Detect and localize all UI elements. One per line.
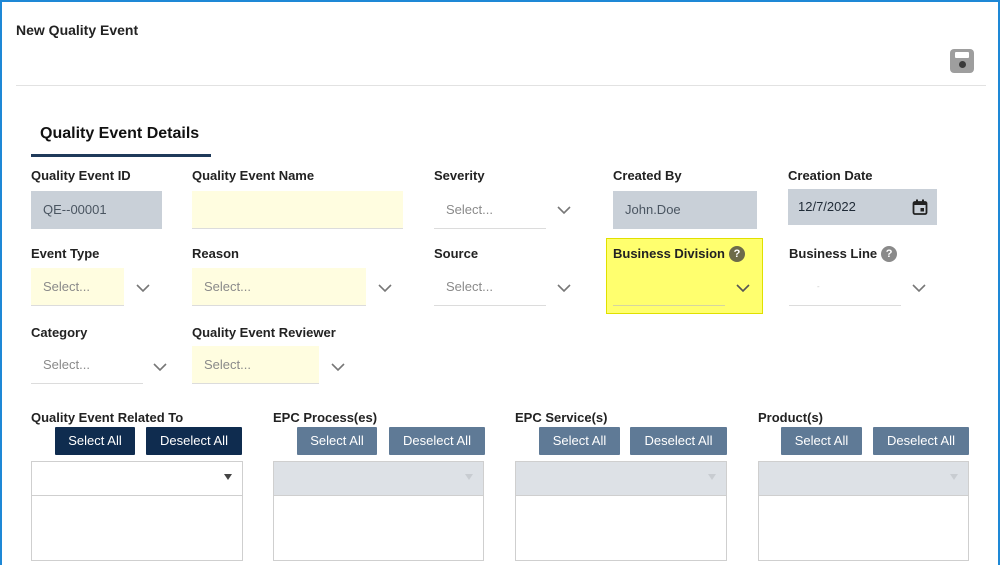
listbox-header <box>516 462 726 496</box>
reason-label: Reason <box>192 246 239 261</box>
event-type-select[interactable]: Select... <box>31 268 124 306</box>
deselect-all-button[interactable]: Deselect All <box>389 427 485 455</box>
business-division-select[interactable] <box>613 268 725 306</box>
chevron-down-icon[interactable] <box>912 283 926 293</box>
page-title: New Quality Event <box>16 22 139 38</box>
chevron-down-icon[interactable] <box>136 283 150 293</box>
source-label: Source <box>434 246 479 261</box>
deselect-all-button[interactable]: Deselect All <box>630 427 727 455</box>
created-by-field: John.Doe <box>613 191 757 229</box>
chevron-down-icon[interactable] <box>378 283 392 293</box>
epc-service-listbox <box>515 461 727 561</box>
business-line-label-text: Business Line <box>789 246 878 261</box>
epc-process-listbox <box>273 461 484 561</box>
business-line-label: Business Line? <box>789 246 898 262</box>
listbox-header <box>274 462 483 496</box>
event-name-input[interactable] <box>192 191 403 229</box>
listbox-header <box>759 462 968 496</box>
epc-process-label: EPC Process(es) <box>273 410 378 425</box>
chevron-down-icon[interactable] <box>557 205 571 215</box>
severity-select[interactable]: Select... <box>434 191 546 229</box>
tab-quality-event-details[interactable]: Quality Event Details <box>31 125 211 157</box>
caret-down-icon <box>950 474 958 480</box>
business-line-select[interactable]: - <box>789 268 901 306</box>
reviewer-label: Quality Event Reviewer <box>192 325 336 340</box>
calendar-icon[interactable] <box>912 199 928 215</box>
help-icon[interactable]: ? <box>728 246 745 262</box>
reviewer-select[interactable]: Select... <box>192 346 319 384</box>
related-to-label: Quality Event Related To <box>31 410 184 425</box>
business-division-label: Business Division? <box>613 246 745 262</box>
event-id-label: Quality Event ID <box>31 168 131 183</box>
select-all-button[interactable]: Select All <box>539 427 620 455</box>
caret-down-icon <box>465 474 473 480</box>
event-type-label: Event Type <box>31 246 100 261</box>
floppy-disk-icon[interactable] <box>950 49 974 73</box>
select-all-button[interactable]: Select All <box>55 427 135 455</box>
business-division-label-text: Business Division <box>613 246 725 261</box>
product-listbox <box>758 461 969 561</box>
creation-date-label: Creation Date <box>788 168 873 183</box>
caret-down-icon[interactable] <box>224 474 232 480</box>
deselect-all-button[interactable]: Deselect All <box>873 427 969 455</box>
chevron-down-icon[interactable] <box>557 283 571 293</box>
reason-select[interactable]: Select... <box>192 268 366 306</box>
source-select[interactable]: Select... <box>434 268 546 306</box>
chevron-down-icon[interactable] <box>736 283 750 293</box>
select-all-button[interactable]: Select All <box>297 427 377 455</box>
select-all-button[interactable]: Select All <box>781 427 862 455</box>
related-to-listbox[interactable] <box>31 461 243 561</box>
epc-service-label: EPC Service(s) <box>515 410 608 425</box>
chevron-down-icon[interactable] <box>331 362 345 372</box>
event-name-label: Quality Event Name <box>192 168 315 183</box>
category-label: Category <box>31 325 88 340</box>
listbox-header[interactable] <box>32 462 242 496</box>
severity-label: Severity <box>434 168 485 183</box>
category-select[interactable]: Select... <box>31 346 143 384</box>
chevron-down-icon[interactable] <box>153 362 167 372</box>
event-id-field: QE--00001 <box>31 191 162 229</box>
deselect-all-button[interactable]: Deselect All <box>146 427 242 455</box>
product-label: Product(s) <box>758 410 823 425</box>
created-by-label: Created By <box>613 168 682 183</box>
help-icon[interactable]: ? <box>881 246 898 262</box>
header-divider <box>16 85 986 86</box>
caret-down-icon <box>708 474 716 480</box>
